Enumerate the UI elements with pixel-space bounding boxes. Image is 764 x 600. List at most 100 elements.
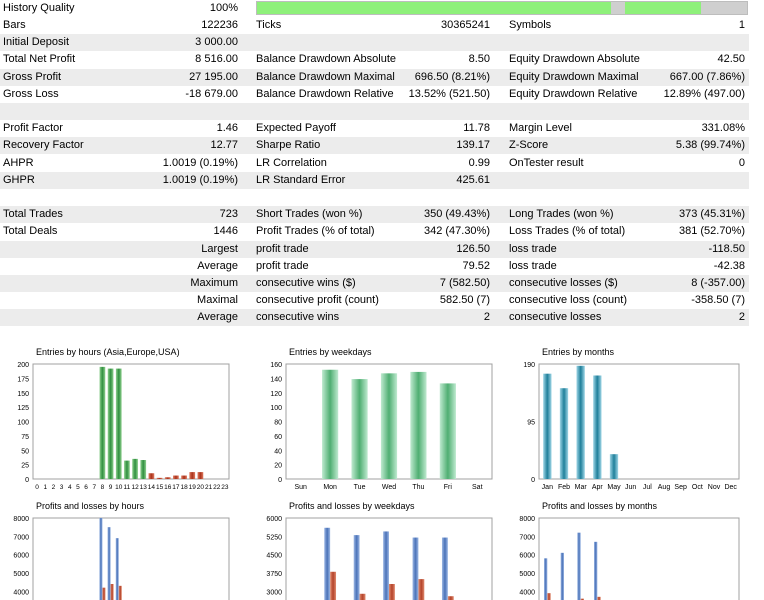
x-tick-label: Oct	[692, 484, 703, 491]
x-tick-label: 20	[197, 484, 205, 491]
x-tick-label: 18	[180, 484, 188, 491]
row-label-1: Gross Loss	[3, 87, 59, 100]
row-label-1	[3, 258, 161, 275]
row-label-1: Recovery Factor	[3, 139, 84, 152]
x-tick-label: Wed	[382, 484, 396, 491]
bar	[124, 460, 130, 479]
row-value-3: 667.00 (7.86%)	[669, 70, 745, 83]
x-tick-label: Jul	[643, 484, 652, 491]
row-value-1	[160, 189, 238, 206]
row-value-2: 11.78	[463, 122, 490, 135]
stats-row: Average profit trade 79.52 loss trade -42.38	[0, 258, 749, 275]
row-value-1: -18 679.00	[185, 87, 238, 100]
row-value-2: 139.17	[456, 139, 490, 152]
x-tick-label: 4	[68, 484, 72, 491]
profit-bar	[383, 531, 389, 600]
row-label-1: Gross Profit	[3, 70, 62, 83]
x-tick-label: 1	[43, 484, 47, 491]
row-value-1: 1.0019 (0.19%)	[162, 173, 238, 186]
y-tick-label: 8000	[519, 516, 535, 523]
chart-profits-by-weekdays-plot: 600052504500375030002250	[266, 516, 493, 600]
x-tick-label: Fri	[444, 484, 453, 491]
row-value-2: 8.50	[468, 53, 490, 66]
x-tick-label: Tue	[354, 484, 366, 491]
row-value-3: 381 (52.70%)	[678, 225, 745, 238]
row-label-1: Total Net Profit	[3, 53, 76, 66]
y-tick-label: 120	[270, 391, 282, 398]
bar	[410, 371, 427, 479]
chart-title: Entries by hours (Asia,Europe,USA)	[36, 347, 180, 357]
x-tick-label: 14	[148, 484, 156, 491]
row-value-1: Maximum	[190, 277, 238, 289]
row-value-2: 425.61	[456, 173, 490, 186]
y-tick-label: 125	[17, 405, 29, 412]
stats-row: Bars 122236 Ticks 30365241 Symbols 1	[0, 17, 749, 34]
y-tick-label: 4500	[266, 553, 282, 560]
row-value-3	[640, 327, 745, 344]
plot-frame	[538, 363, 740, 480]
bar	[593, 375, 602, 479]
chart-profits-by-months-plot: 800070006000500040003000	[519, 516, 740, 600]
row-value-1	[160, 327, 238, 344]
y-tick-label: 40	[274, 448, 282, 455]
x-tick-label: May	[607, 484, 621, 491]
row-value-2: 696.50 (8.21%)	[414, 70, 490, 83]
profit-bar	[107, 527, 111, 600]
y-tick-label: 75	[21, 434, 29, 441]
loss-bar	[330, 571, 337, 600]
row-value-1: Largest	[201, 242, 238, 255]
row-value-2: 342 (47.30%)	[423, 225, 490, 238]
x-tick-label: 21	[205, 484, 213, 491]
row-label-1	[3, 103, 161, 120]
profit-bar	[577, 532, 581, 600]
chart-title: Profits and losses by hours	[36, 501, 145, 511]
stats-row	[0, 103, 749, 120]
bar	[322, 369, 339, 479]
y-tick-label: 4000	[519, 589, 535, 596]
bar	[148, 473, 155, 479]
loss-bar	[389, 584, 395, 600]
y-tick-label: 5000	[13, 571, 29, 578]
bar	[164, 477, 171, 479]
profit-bar	[441, 537, 448, 600]
x-tick-label: Sat	[472, 484, 483, 491]
x-tick-label: Sun	[294, 484, 307, 491]
row-value-2	[400, 327, 490, 344]
row-label-1: Total Deals	[3, 225, 58, 238]
x-tick-label: Dec	[724, 484, 737, 491]
x-tick-label: 13	[140, 484, 148, 491]
plot-frame	[32, 517, 230, 600]
y-tick-label: 7000	[519, 534, 535, 541]
row-value-3: 0	[738, 156, 745, 169]
stats-row: Recovery Factor 12.77 Sharpe Ratio 139.17 Z-…	[0, 137, 749, 155]
chart-entries-by-months-plot: 190 95 0 Jan Feb Mar Apr May Jun Jul Aug Sep Oct Nov D…	[523, 362, 740, 491]
x-tick-label: Jun	[625, 484, 636, 491]
y-tick-label: 60	[274, 434, 282, 441]
bar	[189, 472, 196, 479]
bar	[439, 383, 456, 479]
row-value-1: Maximal	[197, 294, 238, 307]
stats-row: Largest profit trade 126.50 loss trade -118.…	[0, 240, 749, 258]
bar	[156, 477, 163, 479]
loss-bar	[418, 579, 425, 600]
y-tick-label: 8000	[13, 516, 29, 523]
row-value-2: 0.99	[468, 156, 490, 169]
profit-bar	[99, 518, 103, 600]
loss-bar	[102, 587, 106, 600]
bar	[181, 475, 187, 479]
row-label-1	[3, 189, 161, 206]
profit-bar	[544, 558, 548, 600]
chart-entries-by-weekdays-plot: 160 140 120 100 80 60 40 20 0 Sun Mon Tue Wed Thu Fri S…	[270, 362, 493, 491]
row-label-1: AHPR	[3, 156, 34, 169]
y-tick-label: 200	[17, 362, 29, 369]
quality-bar-gap	[611, 2, 625, 14]
stats-row: Total Deals 1446 Profit Trades (% of total…	[0, 223, 749, 240]
row-value-1: 723	[219, 208, 238, 221]
row-value-1: 3 000.00	[195, 36, 238, 49]
x-tick-label: 3	[60, 484, 64, 491]
y-tick-label: 175	[17, 376, 29, 383]
chart-profits-by-months: Profits and losses by months 8000 7000 600…	[506, 498, 756, 600]
row-value-1	[160, 103, 238, 120]
y-tick-label: 0	[531, 477, 535, 484]
quality-bar-fill-b	[625, 2, 701, 14]
